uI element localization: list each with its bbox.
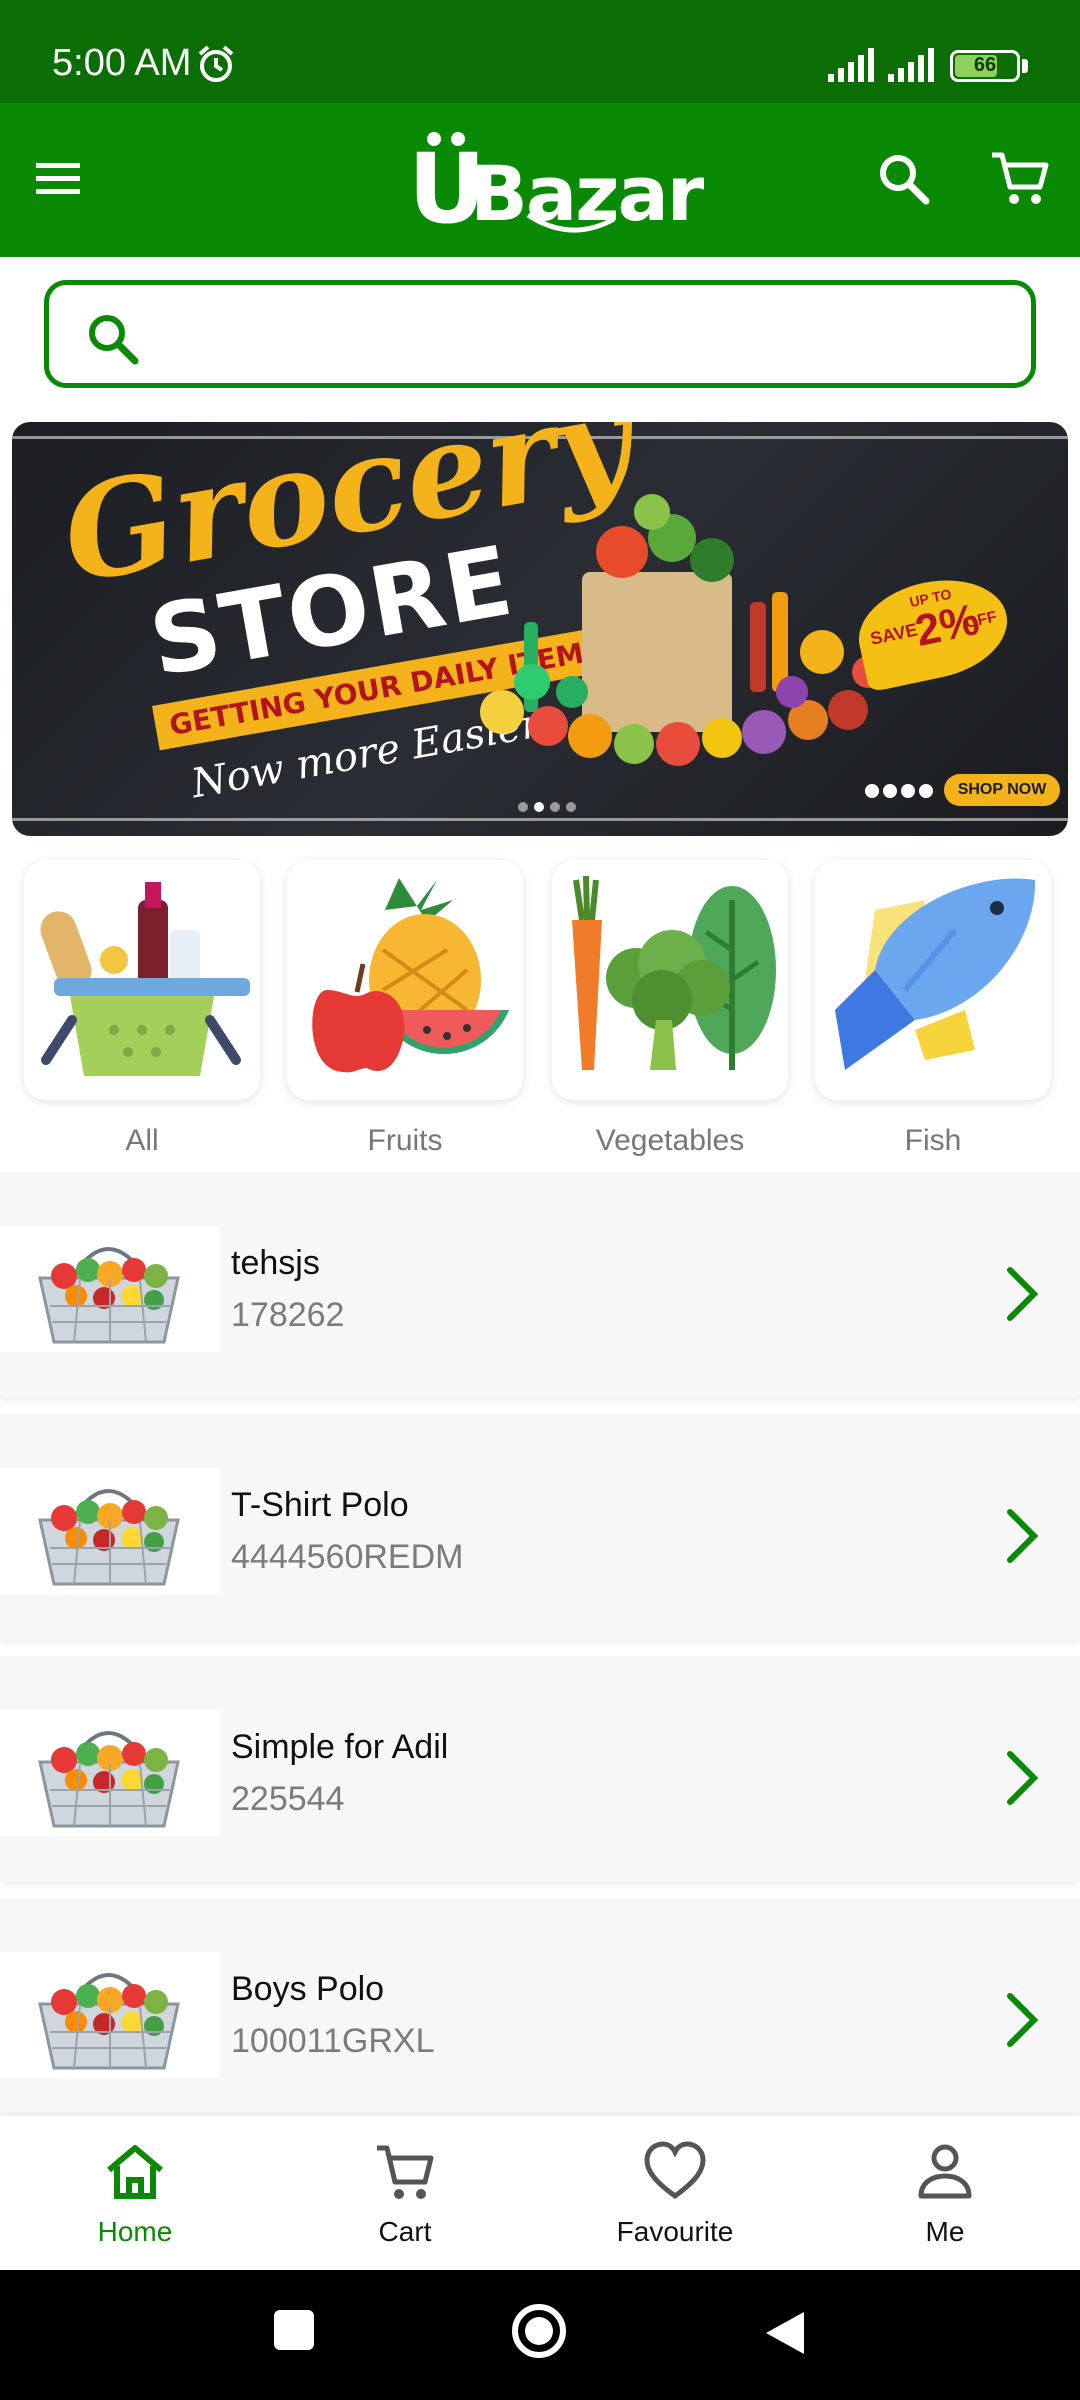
- product-thumbnail: [0, 1710, 220, 1836]
- category-vegetables[interactable]: Vegetables: [552, 860, 788, 1158]
- promo-banner[interactable]: Grocery STORE GETTING YOUR DAILY ITEMS N…: [12, 422, 1068, 836]
- nav-label: Cart: [378, 2216, 432, 2247]
- status-bar: 5:00 AM 66: [0, 0, 1080, 103]
- basket-image: [38, 1731, 180, 1828]
- back-icon[interactable]: [762, 2308, 808, 2358]
- product-title: Simple for Adil: [231, 1728, 449, 1766]
- carousel-dot[interactable]: [518, 802, 528, 812]
- list-item[interactable]: tehsjs 178262: [0, 1172, 1080, 1398]
- nav-label: Me: [925, 2216, 965, 2247]
- alarm-icon: [198, 45, 234, 82]
- chevron-right-icon[interactable]: [1000, 1506, 1044, 1566]
- product-title: tehsjs: [231, 1244, 320, 1282]
- cart-icon[interactable]: [990, 149, 1050, 209]
- chevron-right-icon[interactable]: [1000, 1990, 1044, 2050]
- search-input[interactable]: [159, 305, 1019, 365]
- category-label: Fish: [904, 1124, 962, 1157]
- category-card[interactable]: [24, 860, 260, 1100]
- fish-icon: [835, 878, 1036, 1070]
- battery-icon: 66: [950, 50, 1020, 82]
- app-logo: U Bazar: [408, 127, 704, 245]
- category-all[interactable]: All: [24, 860, 260, 1158]
- social-icons: [865, 784, 933, 798]
- recents-icon[interactable]: [272, 2308, 316, 2352]
- system-navigation-bar: [0, 2270, 1080, 2400]
- nav-label: Favourite: [616, 2216, 734, 2247]
- produce-illustration: [480, 494, 884, 766]
- nav-favourite[interactable]: Favourite: [540, 2116, 810, 2270]
- heart-icon: [644, 2141, 706, 2200]
- nav-cart[interactable]: Cart: [270, 2116, 540, 2270]
- status-time: 5:00 AM: [52, 42, 192, 84]
- product-thumbnail: [0, 1952, 220, 2078]
- badge-save: SAVE: [868, 619, 920, 649]
- list-item[interactable]: T-Shirt Polo 4444560REDM: [0, 1414, 1080, 1640]
- category-label: Vegetables: [595, 1124, 745, 1157]
- carousel-dot-active[interactable]: [534, 802, 544, 812]
- vegetables-icon: [572, 875, 776, 1070]
- search-icon[interactable]: [876, 151, 932, 207]
- carousel-dot[interactable]: [566, 802, 576, 812]
- category-fish[interactable]: Fish: [815, 860, 1051, 1158]
- cart-icon: [377, 2145, 434, 2199]
- battery-level: 66: [973, 54, 997, 76]
- search-field[interactable]: [44, 280, 1036, 388]
- basket-icon: [40, 882, 250, 1076]
- menu-icon[interactable]: [34, 159, 82, 199]
- home-icon: [107, 2145, 163, 2199]
- battery-tip: [1022, 59, 1028, 73]
- chevron-right-icon[interactable]: [1000, 1748, 1044, 1808]
- list-item[interactable]: Simple for Adil 225544: [0, 1656, 1080, 1882]
- product-code: 225544: [231, 1780, 345, 1818]
- product-thumbnail: [0, 1226, 220, 1352]
- list-item[interactable]: Boys Polo 100011GRXL: [0, 1898, 1080, 2124]
- fruits-icon: [312, 878, 509, 1073]
- banner-stripe: [12, 818, 1068, 821]
- nav-me[interactable]: Me: [810, 2116, 1080, 2270]
- home-system-icon[interactable]: [510, 2302, 568, 2360]
- chevron-right-icon[interactable]: [1000, 1264, 1044, 1324]
- category-label: All: [125, 1124, 159, 1157]
- basket-image: [38, 1247, 180, 1344]
- category-label: Fruits: [367, 1124, 443, 1157]
- category-card[interactable]: [815, 860, 1051, 1100]
- category-card[interactable]: [287, 860, 523, 1100]
- nav-label: Home: [97, 2216, 173, 2247]
- product-title: Boys Polo: [231, 1970, 385, 2008]
- nav-home[interactable]: Home: [0, 2116, 270, 2270]
- shop-now-button[interactable]: SHOP NOW: [944, 774, 1060, 806]
- product-title: T-Shirt Polo: [231, 1486, 409, 1524]
- product-code: 4444560REDM: [231, 1538, 464, 1576]
- carousel-dot[interactable]: [550, 802, 560, 812]
- logo-dots: [427, 132, 465, 146]
- bottom-navigation: Home Cart Favourite Me: [0, 2116, 1080, 2270]
- category-card[interactable]: [552, 860, 788, 1100]
- category-fruits[interactable]: Fruits: [287, 860, 523, 1158]
- signal-icon: [828, 48, 874, 82]
- app-bar: U Bazar: [0, 103, 1080, 257]
- product-code: 178262: [231, 1296, 345, 1334]
- signal-icon: [888, 48, 934, 82]
- product-thumbnail: [0, 1468, 220, 1594]
- logo-smile: [526, 213, 616, 233]
- search-icon: [89, 315, 139, 365]
- person-icon: [918, 2144, 972, 2199]
- carousel-indicator: [518, 802, 576, 812]
- basket-image: [38, 1489, 180, 1586]
- basket-image: [38, 1973, 180, 2070]
- product-code: 100011GRXL: [231, 2022, 435, 2060]
